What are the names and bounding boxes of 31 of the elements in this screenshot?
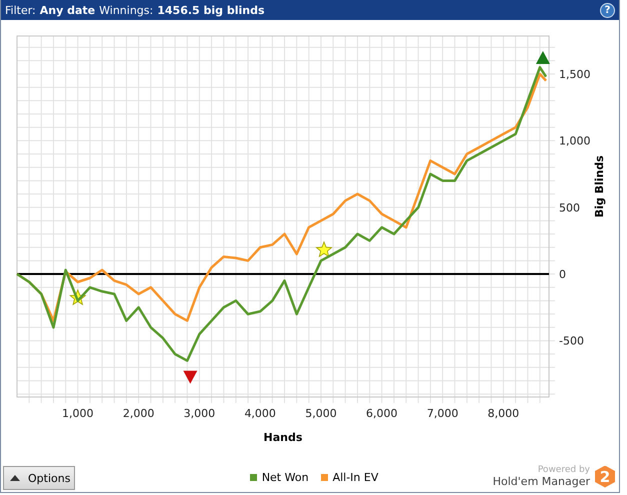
- caret-icon: [10, 475, 20, 481]
- y-tick-label: 1,000: [559, 134, 590, 148]
- x-tick-label: 8,000: [488, 407, 520, 420]
- help-button[interactable]: ?: [600, 2, 615, 18]
- options-button[interactable]: Options: [3, 466, 76, 490]
- triangle-icon: [536, 51, 550, 64]
- filter-value: Any date: [40, 4, 96, 16]
- x-tick-label: 6,000: [366, 407, 398, 420]
- y-tick-label: 500: [559, 201, 580, 214]
- x-tick-label: 2,000: [122, 407, 154, 420]
- star-icon: [69, 288, 86, 306]
- x-tick-label: 3,000: [184, 407, 216, 420]
- triangle-icon: [183, 370, 198, 384]
- star-icon: [315, 240, 333, 258]
- winnings-label: Winnings:: [99, 4, 154, 16]
- y-axis-title: Big Blinds: [593, 155, 606, 218]
- x-tick-label: 7,000: [426, 407, 458, 420]
- powered-by-text: Powered by: [538, 465, 590, 475]
- brand-name: Hold'em Manager: [492, 475, 590, 488]
- legend-label: All-In EV: [332, 471, 378, 484]
- y-tick-label: -500: [559, 334, 584, 348]
- x-tick-label: 5,000: [305, 407, 337, 420]
- legend-label: Net Won: [262, 471, 309, 484]
- x-axis-title: Hands: [264, 431, 302, 444]
- y-tick-label: 1,500: [559, 68, 590, 81]
- x-tick-label: 1,000: [62, 407, 94, 420]
- winnings-value: 1456.5 big blinds: [157, 4, 265, 16]
- filter-label: Filter:: [5, 4, 36, 16]
- y-tick-label: 0: [559, 268, 566, 282]
- x-tick-label: 4,000: [244, 407, 276, 420]
- brand-logo: 2: [595, 466, 615, 488]
